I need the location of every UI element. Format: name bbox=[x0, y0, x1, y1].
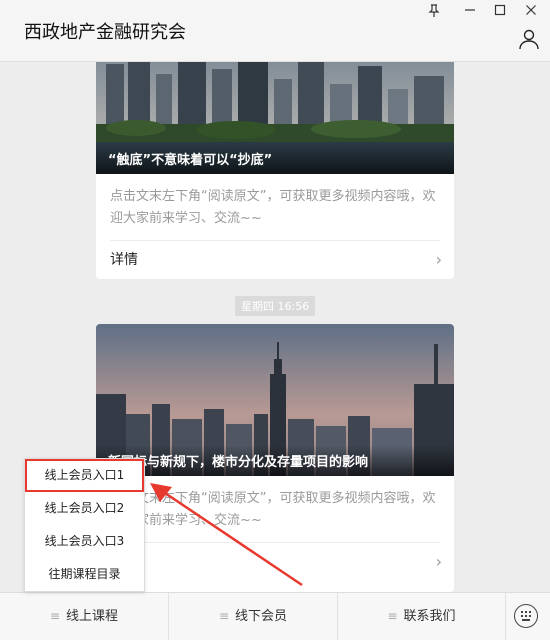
read-more-link[interactable]: 详情 › bbox=[96, 241, 454, 279]
menu-offline-members[interactable]: ≡ 线下会员 bbox=[169, 593, 338, 640]
menu-label: 线上课程 bbox=[66, 609, 119, 624]
menu-label: 联系我们 bbox=[403, 609, 456, 624]
article-cover-image-1[interactable]: “触底”不意味着可以“抄底” bbox=[96, 62, 454, 174]
article-cover-image-2[interactable]: 新国标与新规下，楼市分化及存量项目的影响 bbox=[96, 324, 454, 476]
submenu-item-member-entry-3[interactable]: 线上会员入口3 bbox=[25, 525, 144, 558]
maximize-icon[interactable] bbox=[489, 4, 511, 22]
read-more-label: 详情 bbox=[110, 252, 138, 268]
message-timestamp: 星期四 16:56 bbox=[235, 296, 316, 316]
title-bar: 西政地产金融研究会 bbox=[0, 0, 550, 62]
bottom-menu-bar: ≡ 线上课程 ≡ 线下会员 ≡ 联系我们 bbox=[0, 592, 550, 640]
article-card-1[interactable]: “触底”不意味着可以“抄底” 点击文末左下角“阅读原文”，可获取更多视频内容哦，… bbox=[96, 62, 454, 279]
pin-icon[interactable] bbox=[423, 4, 445, 22]
chevron-right-icon: › bbox=[435, 250, 442, 269]
article-title-1: “触底”不意味着可以“抄底” bbox=[96, 143, 454, 174]
article-card-2[interactable]: 新国标与新规下，楼市分化及存量项目的影响 点击文末左下角“阅读原文”，可获取更多… bbox=[96, 324, 454, 592]
menu-contact-us[interactable]: ≡ 联系我们 bbox=[338, 593, 506, 640]
menu-online-courses[interactable]: ≡ 线上课程 bbox=[0, 593, 169, 640]
chevron-right-icon: › bbox=[435, 552, 442, 571]
submenu-item-course-catalog[interactable]: 往期课程目录 bbox=[25, 558, 144, 591]
chat-title: 西政地产金融研究会 bbox=[24, 22, 186, 43]
keyboard-toggle-icon[interactable] bbox=[514, 604, 538, 628]
menu-lines-icon: ≡ bbox=[218, 609, 230, 623]
article-desc-1: 点击文末左下角“阅读原文”，可获取更多视频内容哦，欢迎大家前来学习、交流~~ bbox=[110, 189, 436, 226]
profile-icon[interactable] bbox=[518, 28, 540, 50]
article-desc-2: 点击文末左下角“阅读原文”，可获取更多视频内容哦，欢迎大家前来学习、交流~~ bbox=[110, 491, 436, 528]
online-courses-submenu: 线上会员入口1 线上会员入口2 线上会员入口3 往期课程目录 bbox=[24, 458, 145, 592]
submenu-item-member-entry-1[interactable]: 线上会员入口1 bbox=[25, 459, 144, 492]
article-title-2: 新国标与新规下，楼市分化及存量项目的影响 bbox=[96, 445, 454, 476]
read-more-link-2[interactable]: › bbox=[96, 543, 454, 581]
minimize-icon[interactable] bbox=[459, 4, 481, 22]
menu-lines-icon: ≡ bbox=[49, 609, 61, 623]
close-icon[interactable] bbox=[520, 4, 542, 22]
menu-label: 线下会员 bbox=[235, 609, 288, 624]
submenu-item-member-entry-2[interactable]: 线上会员入口2 bbox=[25, 492, 144, 525]
menu-lines-icon: ≡ bbox=[387, 609, 398, 623]
